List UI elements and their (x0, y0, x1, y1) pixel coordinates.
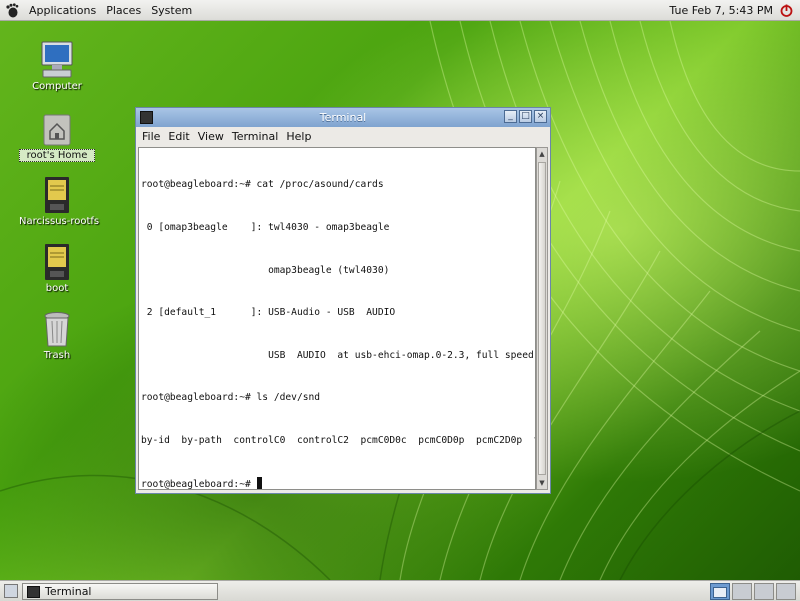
menu-file[interactable]: File (138, 130, 164, 143)
workspace-switcher (710, 583, 796, 600)
desktop-icon-boot[interactable]: boot (19, 241, 95, 294)
menu-places[interactable]: Places (101, 0, 146, 21)
home-folder-icon (39, 107, 75, 147)
scroll-up-arrow-icon[interactable]: ▲ (537, 148, 547, 160)
taskbar-terminal-button[interactable]: Terminal (22, 583, 218, 600)
workspace-2[interactable] (732, 583, 752, 600)
desktop-icon-label: Narcissus-rootfs (19, 216, 100, 227)
terminal-line: root@beagleboard:~# ls /dev/snd (141, 392, 321, 404)
minimize-button[interactable]: _ (504, 110, 517, 123)
show-desktop-icon[interactable] (4, 584, 18, 598)
terminal-line: root@beagleboard:~# cat /proc/asound/car… (141, 179, 384, 191)
terminal-icon (27, 585, 40, 598)
workspace-3[interactable] (754, 583, 774, 600)
drive-icon (39, 241, 75, 281)
menu-view[interactable]: View (194, 130, 228, 143)
workspace-4[interactable] (776, 583, 796, 600)
desktop-icon-label: Trash (43, 350, 71, 361)
window-titlebar[interactable]: Terminal _ □ × (136, 108, 550, 127)
terminal-line: omap3beagle (twl4030) (141, 264, 390, 276)
panel-clock[interactable]: Tue Feb 7, 5:43 PM (669, 0, 773, 21)
desktop-icon-home[interactable]: root's Home (19, 107, 95, 162)
terminal-line: 2 [default_1 ]: USB-Audio - USB AUDIO (141, 307, 396, 319)
terminal-scrollbar[interactable]: ▲ ▼ (536, 147, 548, 490)
terminal-line: 0 [omap3beagle ]: twl4030 - omap3beagle (141, 222, 390, 233)
menu-terminal[interactable]: Terminal (228, 130, 283, 143)
terminal-output[interactable]: root@beagleboard:~# cat /proc/asound/car… (138, 147, 536, 490)
terminal-cursor (256, 476, 262, 489)
terminal-line: USB AUDIO at usb-ehci-omap.0-2.3, full s… (141, 349, 534, 361)
menu-system[interactable]: System (146, 0, 197, 21)
desktop-icon-trash[interactable]: Trash (19, 308, 95, 361)
terminal-window[interactable]: Terminal _ □ × File Edit View Terminal H… (135, 107, 551, 494)
computer-icon (39, 39, 75, 79)
bottom-panel: Terminal (0, 580, 800, 601)
window-title: Terminal (319, 111, 367, 124)
top-panel: Applications Places System Tue Feb 7, 5:… (0, 0, 800, 21)
desktop-icon-narcissus-rootfs[interactable]: Narcissus-rootfs (19, 174, 100, 227)
desktop-icon-label: Computer (32, 81, 82, 92)
desktop-icon-label: boot (45, 283, 69, 294)
maximize-button[interactable]: □ (519, 110, 532, 123)
desktop-icon-label: root's Home (19, 149, 95, 162)
taskbar-button-label: Terminal (45, 585, 92, 598)
menu-help[interactable]: Help (282, 130, 315, 143)
terminal-line: by-id by-path controlC0 controlC2 pcmC0D… (141, 434, 536, 446)
desktop-icon-computer[interactable]: Computer (19, 39, 95, 92)
terminal-prompt: root@beagleboard:~# (141, 478, 257, 490)
menu-edit[interactable]: Edit (164, 130, 193, 143)
drive-icon (39, 174, 75, 214)
terminal-prompt-line: root@beagleboard:~# (141, 476, 535, 490)
trash-icon (39, 308, 75, 348)
workspace-1[interactable] (710, 583, 730, 600)
terminal-menubar: File Edit View Terminal Help (136, 127, 550, 145)
scrollbar-thumb[interactable] (538, 162, 546, 475)
gnome-foot-icon[interactable] (4, 2, 20, 18)
shutdown-icon[interactable] (779, 3, 794, 18)
scroll-down-arrow-icon[interactable]: ▼ (537, 477, 547, 489)
menu-applications[interactable]: Applications (24, 0, 101, 21)
close-button[interactable]: × (534, 110, 547, 123)
